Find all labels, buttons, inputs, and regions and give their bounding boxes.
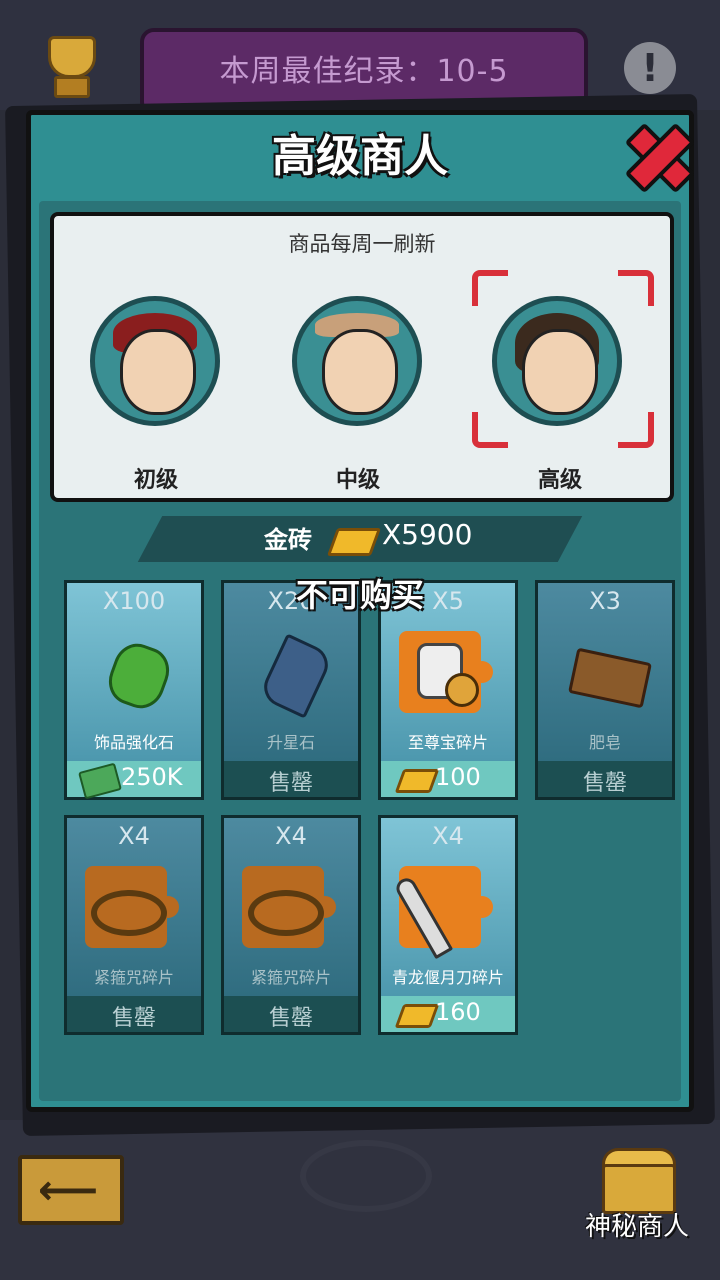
coin-emblem-icon [445, 673, 479, 707]
merchant-senior-portrait [492, 296, 622, 426]
back-button[interactable]: ⟵ [18, 1155, 124, 1225]
item-name: 升星石 [266, 733, 315, 752]
portrait-face [322, 329, 398, 415]
sold-out-text: 售罄 [268, 771, 313, 796]
item-price: 售罄 [67, 996, 201, 1032]
item-price: 售罄 [224, 996, 358, 1032]
selection-corner [618, 270, 654, 306]
merchant-middle-label: 中级 [335, 468, 380, 493]
item-price-text: 160 [435, 998, 481, 1026]
portrait-face [522, 329, 598, 415]
headband-ring-icon [91, 890, 167, 936]
close-button[interactable] [620, 118, 696, 194]
item-price[interactable]: 250K [67, 761, 201, 800]
item-name: 饰品强化石 [93, 733, 174, 752]
merchant-senior-label: 高级 [537, 468, 582, 493]
item-price[interactable]: 100 [381, 761, 515, 797]
item-quantity: X4 [118, 822, 150, 850]
merchant-senior[interactable] [492, 296, 632, 436]
selection-corner [472, 412, 508, 448]
puzzle-piece-icon [399, 631, 493, 713]
merchant-junior-portrait [90, 296, 220, 426]
refresh-note: 商品每周一刷新 [288, 232, 436, 256]
item-price-text: 250K [121, 763, 183, 791]
shop-item-crescent-blade-fragment[interactable]: X4 青龙偃月刀碎片 160 [378, 815, 518, 1035]
sold-out-text: 售罄 [268, 1006, 313, 1031]
background-swirl [300, 1140, 432, 1212]
trophy-base [54, 76, 90, 98]
currency-label: 金砖 [264, 526, 312, 554]
puzzle-knob [471, 896, 493, 918]
trophy-icon[interactable] [38, 32, 100, 100]
merchant-selector: 商品每周一刷新 初级 中级 高级 [50, 212, 674, 502]
item-name: 肥皂 [588, 733, 621, 752]
shop-item-headband-fragment[interactable]: X4 紧箍咒碎片 售罄 [221, 815, 361, 1035]
headband-ring-icon [248, 890, 324, 936]
secret-merchant-label[interactable]: 神秘商人 [562, 1206, 712, 1243]
currency-amount: X5900 [382, 518, 473, 551]
item-price: 售罄 [224, 761, 358, 797]
item-name: 紧箍咒碎片 [250, 968, 331, 987]
sold-out-text: 售罄 [111, 1006, 156, 1031]
trophy-cup [48, 36, 96, 78]
merchant-middle[interactable] [292, 296, 432, 436]
item-price[interactable]: 160 [381, 996, 515, 1032]
shop-item-headband-fragment[interactable]: X4 紧箍咒碎片 售罄 [64, 815, 204, 1035]
selection-corner [472, 270, 508, 306]
item-name: 紧箍咒碎片 [93, 968, 174, 987]
info-button[interactable]: ! [624, 42, 676, 94]
treasure-chest-icon[interactable] [596, 1142, 676, 1214]
unavailable-notice: 不可购买 [295, 576, 424, 614]
merchant-junior-label: 初级 [133, 468, 178, 493]
sold-out-text: 售罄 [582, 771, 627, 796]
item-name: 青龙偃月刀碎片 [391, 968, 504, 987]
portrait-face [120, 329, 196, 415]
puzzle-piece-icon [392, 866, 493, 960]
puzzle-piece-icon [85, 866, 179, 948]
item-quantity: X4 [275, 822, 307, 850]
merchant-middle-portrait [292, 296, 422, 426]
item-quantity: X4 [432, 822, 464, 850]
merchant-junior[interactable] [90, 296, 230, 436]
puzzle-piece-icon [242, 866, 336, 948]
item-name: 至尊宝碎片 [407, 733, 488, 752]
arrow-left-icon: ⟵ [38, 1165, 99, 1214]
selection-corner [618, 412, 654, 448]
panel-title: 高级商人 [272, 131, 448, 182]
blade-icon [392, 874, 454, 960]
item-price-text: 100 [435, 763, 481, 791]
item-price: 售罄 [538, 761, 672, 797]
